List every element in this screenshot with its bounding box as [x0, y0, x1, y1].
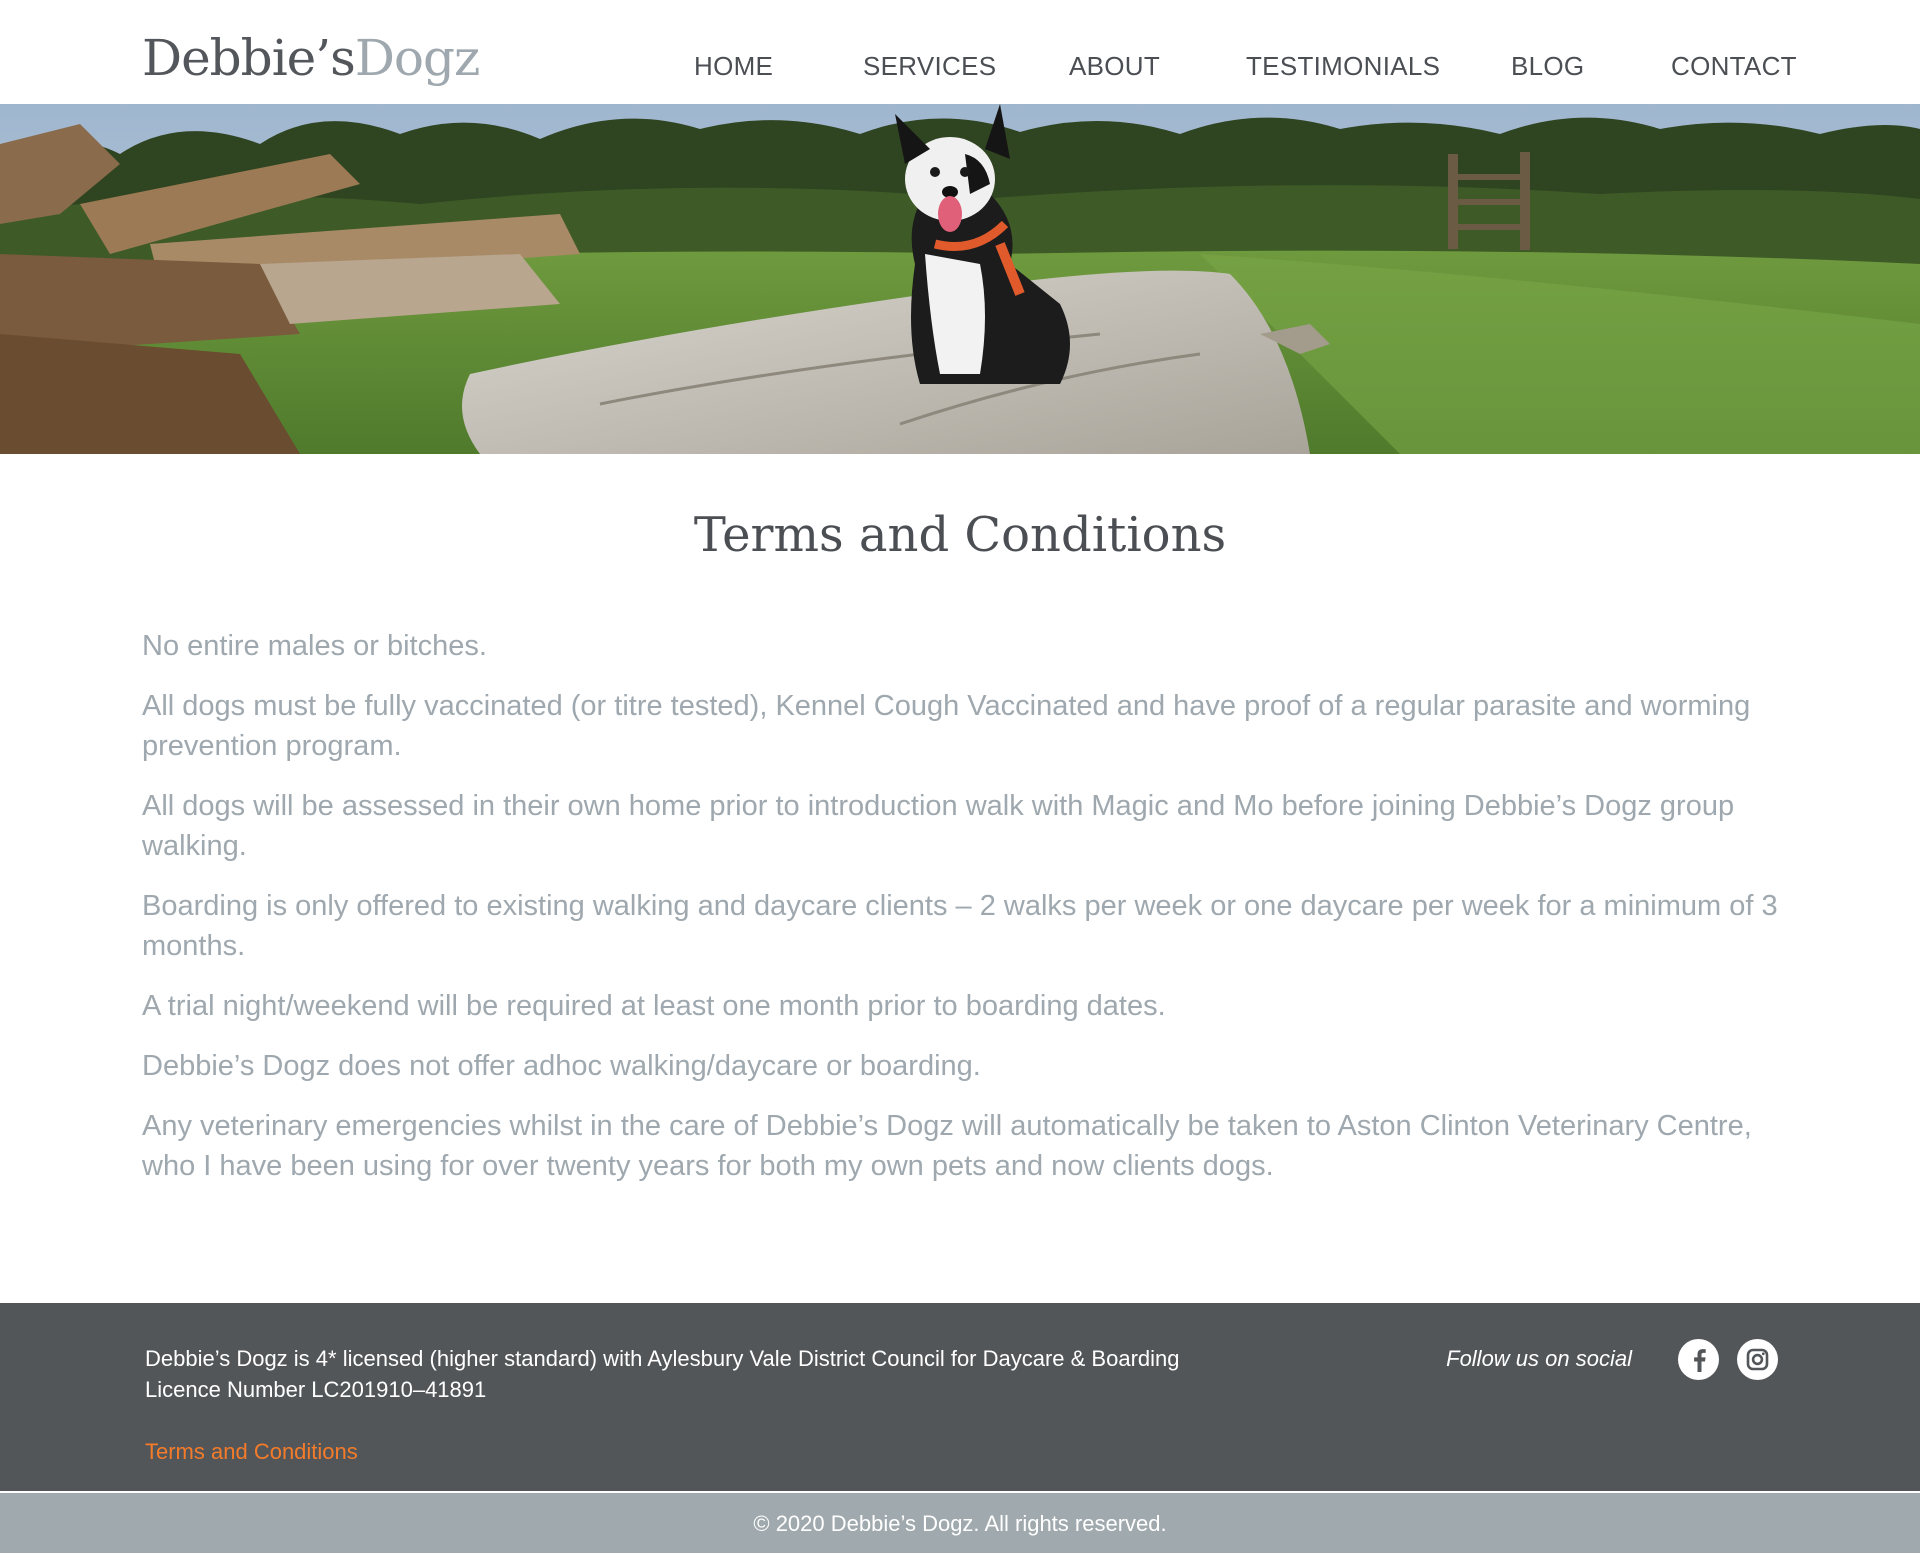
site-header: Debbie’sDogz HOME SERVICES ABOUT TESTIMO…	[0, 0, 1920, 104]
nav-services[interactable]: SERVICES	[863, 48, 996, 84]
main-nav: HOME SERVICES ABOUT TESTIMONIALS BLOG CO…	[0, 48, 1920, 84]
nav-contact[interactable]: CONTACT	[1671, 48, 1797, 84]
term-item: A trial night/weekend will be required a…	[142, 990, 1166, 1022]
nav-about[interactable]: ABOUT	[1069, 48, 1160, 84]
term-item: Debbie’s Dogz does not offer adhoc walki…	[142, 1050, 981, 1082]
licence-info: Debbie’s Dogz is 4* licensed (higher sta…	[145, 1343, 1245, 1405]
copyright-text: © 2020 Debbie’s Dogz. All rights reserve…	[753, 1511, 1167, 1536]
terms-list: No entire males or bitches. All dogs mus…	[142, 626, 1782, 1206]
hero-dog-photo	[0, 104, 1920, 454]
footer-terms-link[interactable]: Terms and Conditions	[145, 1436, 358, 1467]
site-footer: Debbie’s Dogz is 4* licensed (higher sta…	[0, 1303, 1920, 1491]
term-item: All dogs must be fully vaccinated (or ti…	[142, 690, 1751, 762]
instagram-icon[interactable]	[1737, 1339, 1778, 1380]
copyright-bar: © 2020 Debbie’s Dogz. All rights reserve…	[0, 1493, 1920, 1553]
hero-banner	[0, 104, 1920, 454]
licence-line-1: Debbie’s Dogz is 4* licensed (higher sta…	[145, 1346, 1180, 1371]
nav-home[interactable]: HOME	[694, 48, 773, 84]
licence-number: Licence Number LC201910–41891	[145, 1377, 487, 1402]
term-item: No entire males or bitches.	[142, 630, 487, 662]
term-item: Boarding is only offered to existing wal…	[142, 890, 1778, 962]
nav-testimonials[interactable]: TESTIMONIALS	[1246, 48, 1440, 84]
nav-blog[interactable]: BLOG	[1511, 48, 1584, 84]
term-item: All dogs will be assessed in their own h…	[142, 790, 1735, 862]
follow-us-text: Follow us on social	[1446, 1346, 1632, 1371]
term-item: Any veterinary emergencies whilst in the…	[142, 1110, 1752, 1182]
page-title: Terms and Conditions	[693, 507, 1227, 563]
facebook-icon[interactable]	[1678, 1339, 1719, 1380]
